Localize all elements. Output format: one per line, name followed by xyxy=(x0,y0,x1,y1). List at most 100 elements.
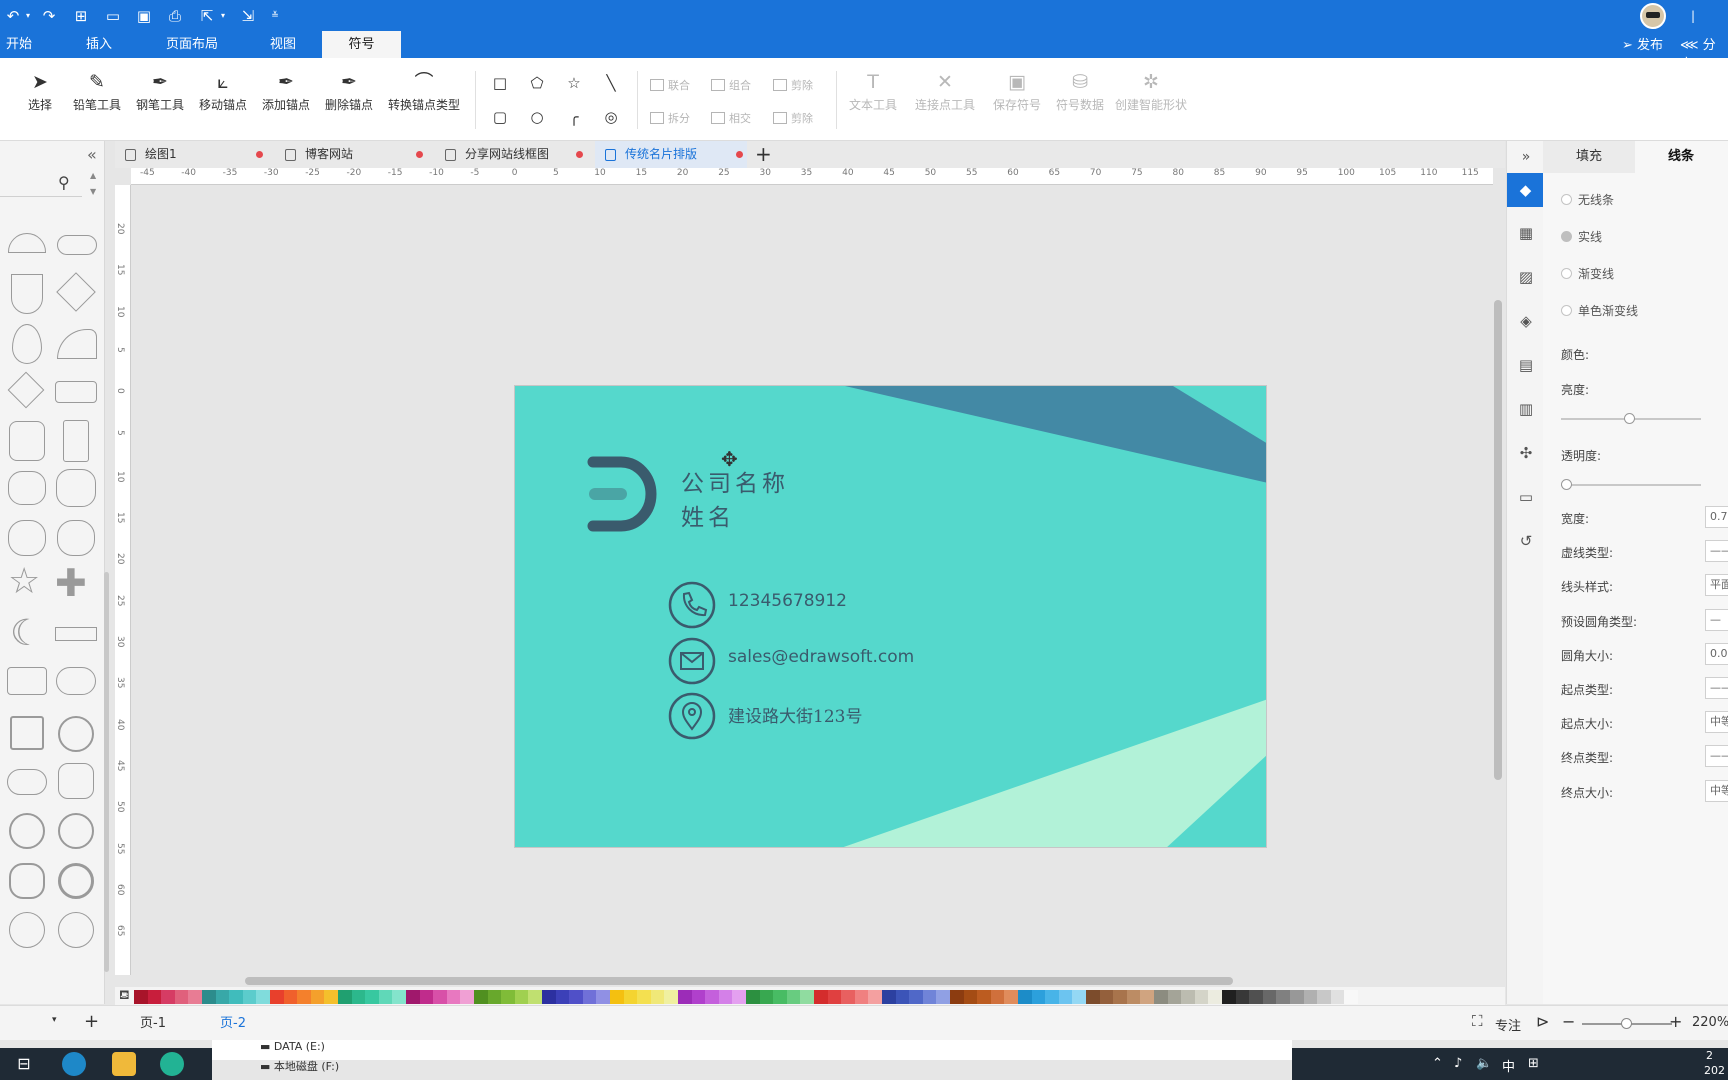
input-method-label[interactable]: 中 xyxy=(1502,1056,1515,1075)
color-swatch[interactable] xyxy=(746,990,760,1004)
file-explorer-icon[interactable] xyxy=(112,1052,136,1076)
color-swatch[interactable] xyxy=(378,990,393,1004)
egg-shape[interactable] xyxy=(12,324,42,364)
color-swatch[interactable] xyxy=(202,990,216,1004)
combine-button[interactable]: 组合 xyxy=(711,77,751,93)
redo-icon[interactable]: ↷ xyxy=(38,5,60,27)
color-swatch[interactable] xyxy=(759,990,774,1004)
wave-banner-shape[interactable] xyxy=(55,381,97,403)
color-swatch[interactable] xyxy=(1276,990,1291,1004)
color-swatch[interactable] xyxy=(1235,990,1250,1004)
color-swatch[interactable] xyxy=(1290,990,1304,1004)
grid-icon[interactable]: ▦ xyxy=(1516,223,1536,243)
color-swatch[interactable] xyxy=(1167,990,1182,1004)
star-icon[interactable]: ☆ xyxy=(563,72,585,94)
vertical-scrollbar[interactable] xyxy=(1494,300,1502,780)
zoom-in-icon[interactable]: + xyxy=(1669,1012,1682,1031)
frame-circle-shape[interactable] xyxy=(58,716,94,752)
menu-symbol[interactable]: 符号 xyxy=(322,31,401,58)
tab-fill[interactable]: 填充 xyxy=(1543,141,1635,173)
color-swatch[interactable] xyxy=(528,990,543,1004)
library-search-bar[interactable]: ⚲ xyxy=(0,169,82,197)
color-swatch[interactable] xyxy=(446,990,461,1004)
tab-line[interactable]: 线条 xyxy=(1635,141,1727,173)
brightness-slider[interactable] xyxy=(1561,413,1701,424)
color-swatch[interactable] xyxy=(1249,990,1264,1004)
color-swatch[interactable] xyxy=(487,990,502,1004)
color-swatch[interactable] xyxy=(814,990,828,1004)
color-swatch[interactable] xyxy=(1317,990,1332,1004)
open-folder-icon[interactable]: ▭ xyxy=(102,5,124,27)
compass-shape[interactable] xyxy=(9,912,45,948)
color-swatch[interactable] xyxy=(460,990,475,1004)
keyboard-icon[interactable]: ⊞ xyxy=(1528,1056,1539,1071)
print-icon[interactable]: ⎙ xyxy=(164,5,186,27)
page-tab-2[interactable]: 页-2 xyxy=(208,1012,258,1036)
color-swatch[interactable] xyxy=(283,990,298,1004)
history-icon[interactable]: ↺ xyxy=(1516,531,1536,551)
pen-tool-button[interactable]: ✒ 钢笔工具 xyxy=(135,68,185,113)
color-swatch[interactable] xyxy=(596,990,611,1004)
color-swatch[interactable] xyxy=(555,990,570,1004)
color-swatch[interactable] xyxy=(895,990,910,1004)
app-icon[interactable] xyxy=(160,1052,184,1076)
delete-anchor-button[interactable]: ✒ 删除锚点 xyxy=(324,68,374,113)
color-swatch[interactable] xyxy=(827,990,842,1004)
color-swatch[interactable] xyxy=(1126,990,1141,1004)
add-anchor-button[interactable]: ✒ 添加锚点 xyxy=(261,68,311,113)
tray-expand-icon[interactable]: ⌃ xyxy=(1432,1056,1443,1071)
color-swatch[interactable] xyxy=(922,990,937,1004)
option-solid-line[interactable]: 实线 xyxy=(1561,228,1602,245)
opacity-slider[interactable] xyxy=(1561,479,1701,490)
color-swatch[interactable] xyxy=(188,990,203,1004)
circle-icon[interactable]: ○ xyxy=(526,106,548,128)
scroll-down-icon[interactable]: ▼ xyxy=(90,187,96,196)
cross-shape[interactable]: ✚ xyxy=(55,561,87,605)
color-swatch[interactable] xyxy=(705,990,720,1004)
badge-shape[interactable] xyxy=(58,763,94,799)
zoom-level[interactable]: 220% xyxy=(1692,1015,1728,1030)
color-swatch[interactable] xyxy=(365,990,380,1004)
color-swatch[interactable] xyxy=(773,990,788,1004)
move-anchor-button[interactable]: ⟀ 移动锚点 xyxy=(198,68,248,113)
property-value-field[interactable]: 平面 xyxy=(1705,574,1728,597)
color-swatch[interactable] xyxy=(582,990,597,1004)
color-swatch[interactable] xyxy=(161,990,176,1004)
option-gradient-line[interactable]: 渐变线 xyxy=(1561,265,1614,282)
color-swatch[interactable] xyxy=(1194,990,1209,1004)
phone-number[interactable]: 12345678912 xyxy=(728,591,847,611)
option-mono-gradient-line[interactable]: 单色渐变线 xyxy=(1561,302,1638,319)
color-swatch[interactable] xyxy=(1140,990,1155,1004)
color-swatch[interactable] xyxy=(623,990,638,1004)
create-smart-shape-button[interactable]: ✲ 创建智能形状 xyxy=(1114,68,1188,113)
rectangle-icon[interactable]: □ xyxy=(489,72,511,94)
color-swatch[interactable] xyxy=(1058,990,1073,1004)
intersect-button[interactable]: 相交 xyxy=(711,110,751,126)
color-swatch[interactable] xyxy=(242,990,257,1004)
scallop-shape[interactable] xyxy=(56,469,96,507)
organize-icon[interactable]: ▥ xyxy=(1516,399,1536,419)
color-swatch[interactable] xyxy=(569,990,584,1004)
color-swatch[interactable] xyxy=(474,990,488,1004)
color-swatch[interactable] xyxy=(664,990,679,1004)
clover-shape[interactable] xyxy=(57,520,95,556)
color-swatch[interactable] xyxy=(256,990,271,1004)
property-value-field[interactable]: 0.7 xyxy=(1705,506,1728,528)
color-swatch[interactable] xyxy=(909,990,924,1004)
subtract-button[interactable]: 剪除 xyxy=(773,77,813,93)
zoom-slider-thumb[interactable] xyxy=(1621,1018,1632,1029)
color-swatch[interactable] xyxy=(1181,990,1196,1004)
color-swatch[interactable] xyxy=(419,990,434,1004)
color-swatch[interactable] xyxy=(990,990,1005,1004)
property-value-field[interactable]: 中等 xyxy=(1705,711,1728,734)
property-value-field[interactable]: 0.0 xyxy=(1705,642,1728,665)
property-value-field[interactable]: —— xyxy=(1705,540,1728,563)
color-swatch[interactable] xyxy=(270,990,284,1004)
color-swatch[interactable] xyxy=(501,990,516,1004)
horizontal-scrollbar[interactable] xyxy=(245,977,1233,985)
color-swatch[interactable] xyxy=(1045,990,1060,1004)
add-page-icon[interactable]: + xyxy=(84,1011,99,1032)
collapse-panel-icon[interactable]: » xyxy=(1516,147,1536,167)
color-swatch[interactable] xyxy=(229,990,244,1004)
undo-dropdown-icon[interactable]: ▾ xyxy=(17,5,39,27)
